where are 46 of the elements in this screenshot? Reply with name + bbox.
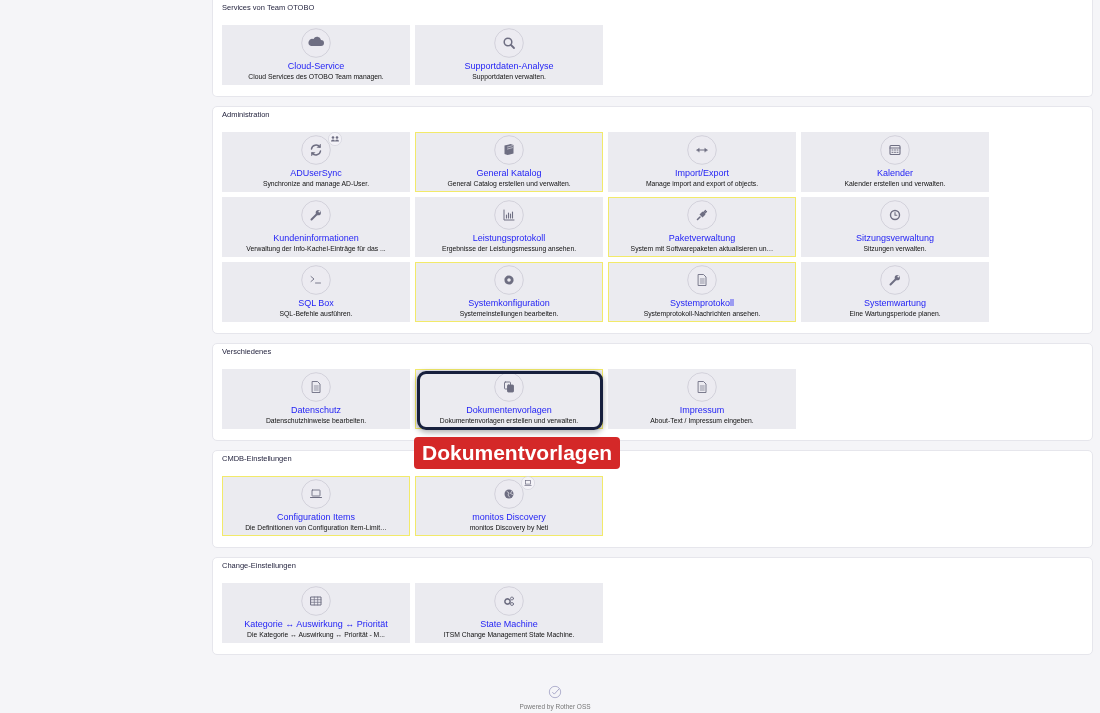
tile-title: Systemwartung (864, 298, 926, 309)
tile-title: Kategorie ↔ Auswirkung ↔ Priorität (244, 619, 388, 630)
tile-title: Systemprotokoll (670, 298, 734, 309)
calendar-icon (880, 135, 910, 165)
tile-title: General Katalog (476, 168, 542, 179)
bar-chart-icon (494, 200, 524, 230)
tile-title: Kundeninformationen (273, 233, 359, 244)
tile-title: Systemkonfiguration (468, 298, 550, 309)
document-icon (687, 265, 717, 295)
tile-title: State Machine (480, 619, 538, 630)
sync-icon (301, 135, 331, 165)
tile-title: Leistungsprotokoll (472, 233, 546, 244)
tile-title: Paketverwaltung (668, 233, 736, 244)
wrench-icon (880, 265, 910, 295)
document-icon (301, 372, 331, 402)
users-icon (328, 132, 342, 146)
gear-icon (494, 265, 524, 295)
globe-icon (494, 479, 524, 509)
wrench-icon (301, 200, 331, 230)
tile-title: Configuration Items (276, 512, 355, 523)
copy-icon (494, 372, 524, 402)
plug-icon (687, 200, 717, 230)
gears-icon (494, 586, 524, 616)
table-icon (301, 586, 331, 616)
cloud-icon (301, 28, 331, 58)
check-icon (548, 685, 562, 699)
tile-title: ADUserSync (290, 168, 342, 179)
laptop-icon (301, 479, 331, 509)
laptop-icon (521, 476, 535, 490)
tile-title: Supportdaten-Analyse (464, 61, 554, 72)
terminal-icon (301, 265, 331, 295)
clock-icon (880, 200, 910, 230)
tile-title: Impressum (679, 405, 725, 416)
tile-title: Sitzungsverwaltung (855, 233, 934, 244)
tile-title: Dokumentenvorlagen (466, 405, 552, 416)
arrows-icon (687, 135, 717, 165)
book-icon (494, 135, 524, 165)
tile-title: Import/Export (675, 168, 729, 179)
tile-title: monitos Discovery (472, 512, 546, 523)
callout-label: Dokumentvorlagen (414, 437, 621, 469)
tile-title: Kalender (877, 168, 913, 179)
search-icon (494, 28, 524, 58)
tile-title: Cloud-Service (287, 61, 345, 72)
tile-title: SQL Box (298, 298, 334, 309)
tile-title: Datenschutz (291, 405, 341, 416)
document-icon (687, 372, 717, 402)
